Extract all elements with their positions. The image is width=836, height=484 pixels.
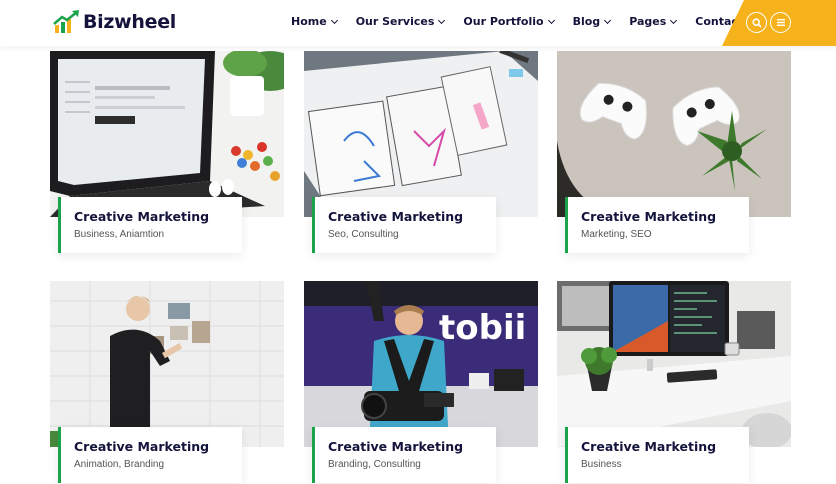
menu-icon xyxy=(776,19,785,26)
portfolio-title[interactable]: Creative Marketing xyxy=(74,209,242,224)
nav-pages-label: Pages xyxy=(629,15,667,28)
portfolio-caption: Creative Marketing Seo, Consulting xyxy=(312,197,496,253)
portfolio-caption: Creative Marketing Business xyxy=(565,427,749,483)
menu-button[interactable] xyxy=(770,12,791,33)
logo-text: Bizwheel xyxy=(83,11,177,33)
nav-pages[interactable]: Pages xyxy=(629,15,678,28)
wireframe-illustration xyxy=(304,51,538,217)
portfolio-tags: Branding, Consulting xyxy=(328,459,421,470)
nav-blog[interactable]: Blog xyxy=(572,15,612,28)
laptop-on-desk-image[interactable] xyxy=(50,51,284,217)
man-wall-illustration xyxy=(50,281,284,447)
nav-home[interactable]: Home xyxy=(291,15,338,28)
nav-blog-label: Blog xyxy=(572,15,601,28)
portfolio-tags: Business, Aniamtion xyxy=(74,229,165,240)
portfolio-title[interactable]: Creative Marketing xyxy=(328,439,496,454)
logo[interactable]: Bizwheel xyxy=(53,8,176,36)
man-pinning-photos-image[interactable] xyxy=(50,281,284,447)
portfolio-tags: Seo, Consulting xyxy=(328,229,399,240)
desk-monitor-image[interactable] xyxy=(557,281,791,447)
nav-our-portfolio-label: Our Portfolio xyxy=(463,15,544,28)
portfolio-tags: Animation, Branding xyxy=(74,459,165,470)
controllers-illustration xyxy=(557,51,791,217)
portfolio-caption: Creative Marketing Business, Aniamtion xyxy=(58,197,242,253)
portfolio-title[interactable]: Creative Marketing xyxy=(581,439,749,454)
portfolio-tags: Marketing, SEO xyxy=(581,229,652,240)
search-icon xyxy=(751,17,762,28)
desk-illustration xyxy=(557,281,791,447)
chevron-down-icon xyxy=(547,16,555,24)
nav-our-portfolio[interactable]: Our Portfolio xyxy=(463,15,555,28)
search-button[interactable] xyxy=(746,12,767,33)
chevron-down-icon xyxy=(330,16,338,24)
chevron-down-icon xyxy=(604,16,612,24)
portfolio-caption: Creative Marketing Marketing, SEO xyxy=(565,197,749,253)
portfolio-caption: Creative Marketing Animation, Branding xyxy=(58,427,242,483)
chevron-down-icon xyxy=(670,16,678,24)
cameraman-tobii-image[interactable]: tobii xyxy=(304,281,538,447)
laptop-illustration xyxy=(50,51,284,217)
portfolio-title[interactable]: Creative Marketing xyxy=(328,209,496,224)
nav-home-label: Home xyxy=(291,15,327,28)
portfolio-title[interactable]: Creative Marketing xyxy=(74,439,242,454)
portfolio-caption: Creative Marketing Branding, Consulting xyxy=(312,427,496,483)
chevron-down-icon xyxy=(438,16,446,24)
wireframe-sketches-image[interactable] xyxy=(304,51,538,217)
site-header: Bizwheel Home Our Services Our Portfolio… xyxy=(0,0,836,46)
main-nav: Home Our Services Our Portfolio Blog Pag… xyxy=(291,15,782,28)
cameraman-illustration: tobii xyxy=(304,281,538,447)
portfolio-title[interactable]: Creative Marketing xyxy=(581,209,749,224)
nav-our-services-label: Our Services xyxy=(355,15,435,28)
portfolio-tags: Business xyxy=(581,459,622,470)
game-controllers-image[interactable] xyxy=(557,51,791,217)
tobii-sign-text: tobii xyxy=(439,308,526,348)
nav-our-services[interactable]: Our Services xyxy=(355,15,446,28)
logo-chart-icon xyxy=(53,10,79,33)
